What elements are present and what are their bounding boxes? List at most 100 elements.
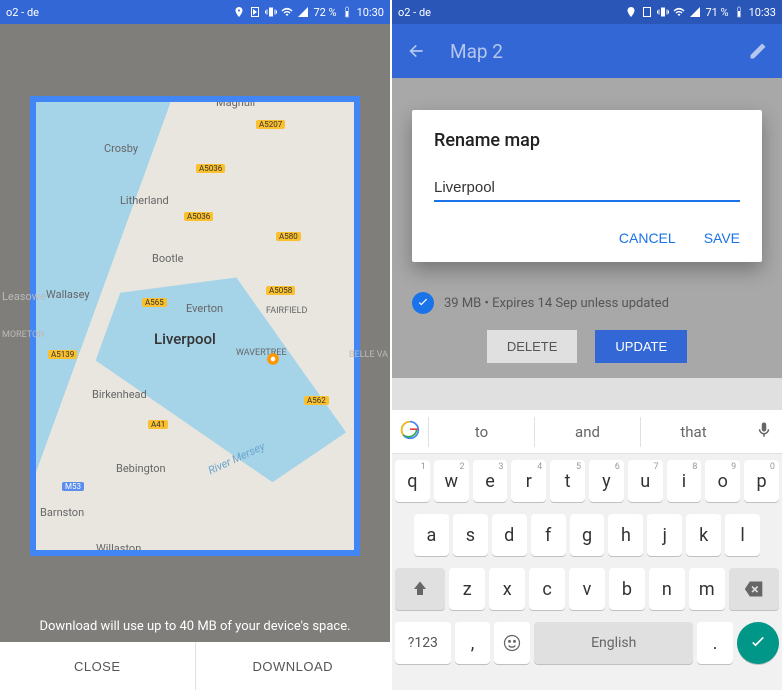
dialog-actions: CANCEL SAVE (434, 230, 740, 252)
map-canvas[interactable]: Maghull Crosby Litherland Bootle Wallase… (36, 102, 354, 550)
road-a5036b: A5036 (184, 212, 213, 221)
location-icon (625, 6, 637, 18)
phone-left: o2 - de 72 % 10:30 Download a map of thi… (0, 0, 390, 690)
place-liverpool: Liverpool (154, 330, 216, 348)
road-a5058: A5058 (266, 286, 295, 295)
key-b[interactable]: b (609, 568, 645, 610)
rename-input[interactable] (434, 175, 740, 202)
road-m53: M53 (62, 482, 84, 491)
key-h[interactable]: h (608, 514, 643, 556)
enter-key[interactable] (737, 622, 779, 664)
nfc-icon (249, 6, 261, 18)
map-info-text: 39 MB • Expires 14 Sep unless updated (444, 296, 669, 311)
key-i[interactable]: i8 (667, 460, 702, 502)
key-e[interactable]: e3 (473, 460, 508, 502)
road-a5207: A5207 (256, 120, 285, 129)
place-willaston: Willaston (96, 542, 141, 555)
suggestion-2[interactable]: and (534, 417, 640, 447)
key-t[interactable]: t5 (550, 460, 585, 502)
key-f[interactable]: f (531, 514, 566, 556)
key-w[interactable]: w2 (434, 460, 469, 502)
symbols-key[interactable]: ?123 (395, 622, 451, 664)
cancel-button[interactable]: CANCEL (619, 230, 676, 246)
edit-icon[interactable] (748, 41, 768, 61)
space-key[interactable]: English (534, 622, 693, 664)
shift-key[interactable] (395, 568, 445, 610)
battery-icon (341, 6, 353, 18)
update-button[interactable]: UPDATE (595, 330, 687, 363)
comma-key[interactable]: , (455, 622, 491, 664)
key-u[interactable]: u7 (628, 460, 663, 502)
battery-icon (733, 6, 745, 18)
status-carrier: o2 - de (398, 6, 431, 19)
key-k[interactable]: k (686, 514, 721, 556)
download-hint: Download will use up to 40 MB of your de… (0, 619, 390, 634)
road-a562: A562 (304, 396, 329, 405)
key-l[interactable]: l (725, 514, 760, 556)
vibrate-icon (265, 6, 277, 18)
place-maghull: Maghull (216, 96, 255, 109)
map-info-row: 39 MB • Expires 14 Sep unless updated (412, 292, 762, 314)
dialog-title: Rename map (434, 130, 740, 151)
key-r[interactable]: r4 (511, 460, 546, 502)
battery-text: 71 % (705, 6, 728, 19)
key-q[interactable]: q1 (395, 460, 430, 502)
battery-text: 72 % (313, 6, 336, 19)
phone-right: o2 - de 71 % 10:33 Map 2 39 MB • Expires… (392, 0, 782, 690)
mic-icon[interactable] (746, 421, 782, 443)
key-g[interactable]: g (570, 514, 605, 556)
check-icon (412, 292, 434, 314)
rename-dialog: Rename map CANCEL SAVE (412, 110, 762, 262)
close-button[interactable]: CLOSE (0, 642, 196, 690)
emoji-key[interactable] (494, 622, 530, 664)
suggestion-3[interactable]: that (640, 417, 746, 447)
status-bar: o2 - de 72 % 10:30 (0, 0, 390, 24)
place-birkenhead: Birkenhead (92, 388, 147, 401)
backspace-key[interactable] (729, 568, 779, 610)
back-icon[interactable] (406, 41, 426, 61)
key-o[interactable]: o9 (705, 460, 740, 502)
place-leasowe: Leasowe (2, 290, 46, 303)
road-a565: A565 (142, 298, 167, 307)
status-bar: o2 - de 71 % 10:33 (392, 0, 782, 24)
signal-icon (689, 6, 701, 18)
key-row-4: ?123 , English . (392, 616, 782, 670)
key-p[interactable]: p0 (744, 460, 779, 502)
key-s[interactable]: s (453, 514, 488, 556)
clock-text: 10:33 (749, 6, 776, 19)
suggestion-bar: to and that (392, 410, 782, 454)
place-moreton: MORETON (2, 330, 45, 340)
key-m[interactable]: m (689, 568, 725, 610)
key-row-2: asdfghjkl (392, 508, 782, 562)
place-belleva: BELLE VA (349, 350, 388, 360)
save-button[interactable]: SAVE (704, 230, 740, 246)
status-carrier: o2 - de (6, 6, 39, 19)
google-icon[interactable] (392, 420, 428, 444)
place-everton: Everton (186, 302, 223, 315)
key-y[interactable]: y6 (589, 460, 624, 502)
key-j[interactable]: j (647, 514, 682, 556)
nfc-icon (641, 6, 653, 18)
location-icon (233, 6, 245, 18)
place-barnston: Barnston (40, 506, 84, 519)
suggestion-1[interactable]: to (428, 417, 534, 447)
delete-button[interactable]: DELETE (487, 330, 578, 363)
download-button[interactable]: DOWNLOAD (196, 642, 391, 690)
key-c[interactable]: c (529, 568, 565, 610)
toolbar-title: Map 2 (450, 40, 748, 63)
keyboard: to and that q1w2e3r4t5y6u7i8o9p0 asdfghj… (392, 410, 782, 690)
road-a5139: A5139 (48, 350, 77, 359)
period-key[interactable]: . (697, 622, 733, 664)
map-selection-frame[interactable]: Maghull Crosby Litherland Bootle Wallase… (30, 96, 360, 556)
key-z[interactable]: z (449, 568, 485, 610)
key-n[interactable]: n (649, 568, 685, 610)
key-x[interactable]: x (489, 568, 525, 610)
clock-text: 10:30 (357, 6, 384, 19)
road-a5036a: A5036 (196, 164, 225, 173)
key-v[interactable]: v (569, 568, 605, 610)
key-a[interactable]: a (414, 514, 449, 556)
place-fairfield: FAIRFIELD (266, 306, 307, 316)
toolbar: Map 2 (392, 24, 782, 78)
signal-icon (297, 6, 309, 18)
key-d[interactable]: d (492, 514, 527, 556)
